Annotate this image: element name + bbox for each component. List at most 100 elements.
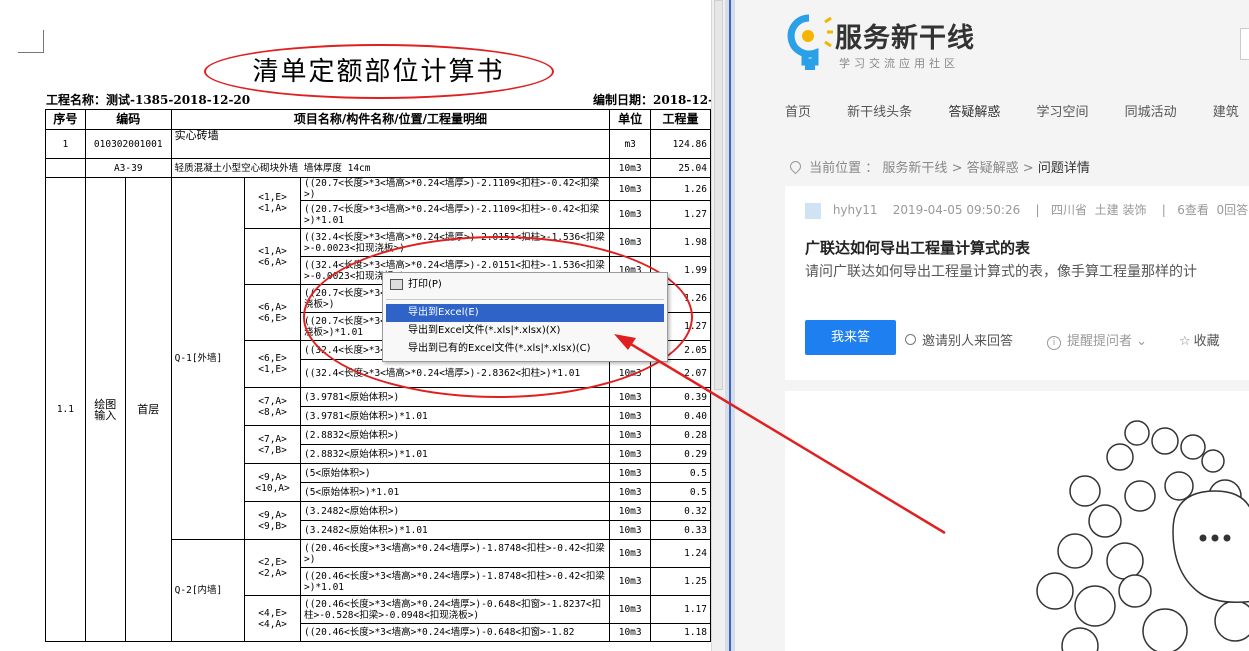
invite-label: 邀请别人来回答 [922, 334, 1014, 349]
detail-formula: ((20.46<长度>*3<墙高>*0.24<墙厚>)-0.648<扣窗>-1.… [299, 595, 611, 624]
scrollbar-thumb[interactable] [714, 0, 723, 390]
menu-item-label: 导出到Excel文件(*.xls|*.xlsx)(X) [408, 325, 561, 336]
location-cell: <4,E><4,A> [244, 595, 301, 642]
avatar[interactable] [805, 202, 821, 219]
detail-unit: 10m3 [609, 623, 652, 642]
crowd-illustration [1036, 420, 1249, 651]
location-cell: <9,A><10,A> [244, 463, 301, 502]
detail-rows: 1.1 绘图输入 首层 Q-1[外墙] <1,E><1,A> ((20.7<长度>*3<墙… [45, 177, 711, 642]
group-floor: 首层 [124, 177, 172, 642]
question-user[interactable]: hyhy11 [833, 203, 878, 217]
nav-study[interactable]: 学习空间 [1036, 105, 1088, 120]
favorite-button[interactable]: ☆ 收藏 [1179, 330, 1220, 349]
location-cell: <9,A><9,B> [244, 501, 301, 540]
detail-qty: 0.5 [650, 482, 711, 502]
menu-item-label: 打印(P) [408, 279, 442, 290]
breadcrumb-current: 问题详情 [1037, 161, 1090, 176]
invite-button[interactable]: 邀请别人来回答 [905, 330, 1013, 349]
detail-unit: 10m3 [609, 482, 652, 502]
detail-unit: 10m3 [609, 595, 652, 624]
detail-unit: 10m3 [609, 387, 652, 407]
site-brand[interactable]: 服务新干线 [835, 16, 975, 55]
star-icon: ☆ [1179, 334, 1191, 349]
question-views: 6查看 [1177, 203, 1209, 217]
header-qty: 工程量 [650, 109, 711, 130]
row-code: A3-39 [84, 158, 172, 178]
detail-qty: 1.24 [650, 539, 711, 568]
detail-unit: 10m3 [609, 539, 652, 568]
illustration-card [785, 391, 1249, 651]
empty-cell [45, 158, 86, 178]
row-unit: 10m3 [609, 158, 652, 178]
info-icon: i [1047, 336, 1061, 350]
lightbulb-logo-icon [787, 14, 833, 70]
location-cell: <2,E><2,A> [244, 539, 301, 596]
search-input[interactable] [1240, 28, 1249, 60]
detail-formula: ((20.7<长度>*3<墙高>*0.24<墙厚>)-2.1109<扣柱>-0.… [299, 177, 611, 201]
menu-item-export-excel[interactable]: 导出到Excel(E) [386, 304, 664, 322]
nav-headlines[interactable]: 新干线头条 [847, 105, 912, 120]
nav-events[interactable]: 同城活动 [1125, 105, 1177, 120]
detail-unit: 10m3 [609, 520, 652, 540]
header-code: 编码 [84, 109, 172, 130]
page-corner-mark [18, 30, 44, 53]
detail-formula: (2.8832<原始体积>) [299, 425, 611, 445]
wall-name: Q-1[外墙] [170, 177, 246, 540]
detail-qty: 0.40 [650, 406, 711, 426]
detail-qty: 0.32 [650, 501, 711, 521]
menu-item-label: 导出到已有的Excel文件(*.xls|*.xlsx)(C) [408, 343, 591, 354]
nav-building[interactable]: 建筑 [1213, 105, 1239, 120]
remind-button[interactable]: i 提醒提问者 ⌄ [1047, 330, 1147, 350]
menu-item-print[interactable]: 打印(P) [386, 276, 664, 294]
site-slogan: 学习交流应用社区 [839, 57, 959, 70]
person-icon [905, 334, 916, 345]
menu-item-export-excel-file[interactable]: 导出到Excel文件(*.xls|*.xlsx)(X) [386, 322, 664, 340]
detail-unit: 10m3 [609, 425, 652, 445]
detail-unit: 10m3 [609, 444, 652, 464]
breadcrumb-home[interactable]: 服务新干线 [882, 161, 947, 176]
detail-qty: 0.5 [650, 463, 711, 483]
table-row: 1 010302001001 实心砖墙 m3 124.86 [45, 129, 711, 159]
question-answers: 0回答 [1216, 203, 1249, 217]
breadcrumb: 当前位置 ： 服务新干线 > 答疑解惑 > 问题详情 [787, 157, 1090, 176]
detail-formula: (5<原始体积>) [299, 463, 611, 483]
breadcrumb-separator: > [1022, 161, 1034, 176]
table-row: 1.1 绘图输入 首层 Q-1[外墙] <1,E><1,A> ((20.7<长度>*3<墙… [45, 177, 711, 642]
question-title: 广联达如何导出工程量计算式的表 [805, 239, 1031, 257]
vertical-scrollbar[interactable] [711, 0, 725, 651]
report-date: 编制日期：2018-12-20 [593, 93, 711, 107]
answer-button[interactable]: 我来答 [805, 320, 896, 355]
group-no: 1.1 [45, 177, 86, 642]
detail-qty: 0.29 [650, 444, 711, 464]
question-body: 请问广联达如何导出工程量计算式的表，像手算工程量那样的计 [805, 264, 1197, 280]
detail-unit: 10m3 [609, 501, 652, 521]
website-panel: 服务新干线 学习交流应用社区 首页 新干线头条 答疑解惑 学习空间 同城活动 建… [735, 0, 1249, 651]
detail-formula: ((20.46<长度>*3<墙高>*0.24<墙厚>)-0.648<扣窗>-1.… [299, 623, 611, 642]
project-name: 工程名称：测试-1385-2018-12-20 [46, 93, 251, 107]
detail-formula: ((20.7<长度>*3<墙高>*0.24<墙厚>)-2.1109<扣柱>-0.… [299, 200, 611, 229]
context-menu[interactable]: 打印(P) 导出到Excel(E) 导出到Excel文件(*.xls|*.xls… [382, 272, 668, 362]
detail-formula: (3.2482<原始体积>) [299, 501, 611, 521]
detail-unit: 10m3 [609, 567, 652, 596]
menu-item-export-existing[interactable]: 导出到已有的Excel文件(*.xls|*.xlsx)(C) [386, 340, 664, 358]
detail-qty: 1.18 [650, 623, 711, 642]
row-name: 实心砖墙 [170, 129, 611, 159]
breadcrumb-section[interactable]: 答疑解惑 [967, 161, 1019, 176]
nav-home[interactable]: 首页 [785, 105, 811, 120]
header-no: 序号 [45, 109, 86, 130]
window-separator [725, 0, 735, 651]
detail-formula: ((20.46<长度>*3<墙高>*0.24<墙厚>)-1.8748<扣柱>-0… [299, 539, 611, 568]
row-unit: m3 [609, 129, 652, 159]
chevron-down-icon: ⌄ [1132, 334, 1148, 349]
nav-qa[interactable]: 答疑解惑 [948, 105, 1000, 120]
menu-divider [386, 299, 664, 300]
detail-qty: 2.07 [650, 359, 711, 388]
detail-formula: (2.8832<原始体积>)*1.01 [299, 444, 611, 464]
report-preview: 清单定额部位计算书 工程名称：测试-1385-2018-12-20 编制日期：2… [0, 0, 711, 651]
detail-qty: 1.27 [650, 200, 711, 229]
table-row: A3-39 轻质混凝土小型空心砌块外墙 墙体厚度 14cm 10m3 25.04 [45, 158, 711, 178]
main-nav: 首页 新干线头条 答疑解惑 学习空间 同城活动 建筑 [785, 101, 1249, 120]
printer-icon [390, 279, 403, 290]
question-time: 2019-04-05 09:50:26 [892, 203, 1021, 217]
header-unit: 单位 [609, 109, 652, 130]
